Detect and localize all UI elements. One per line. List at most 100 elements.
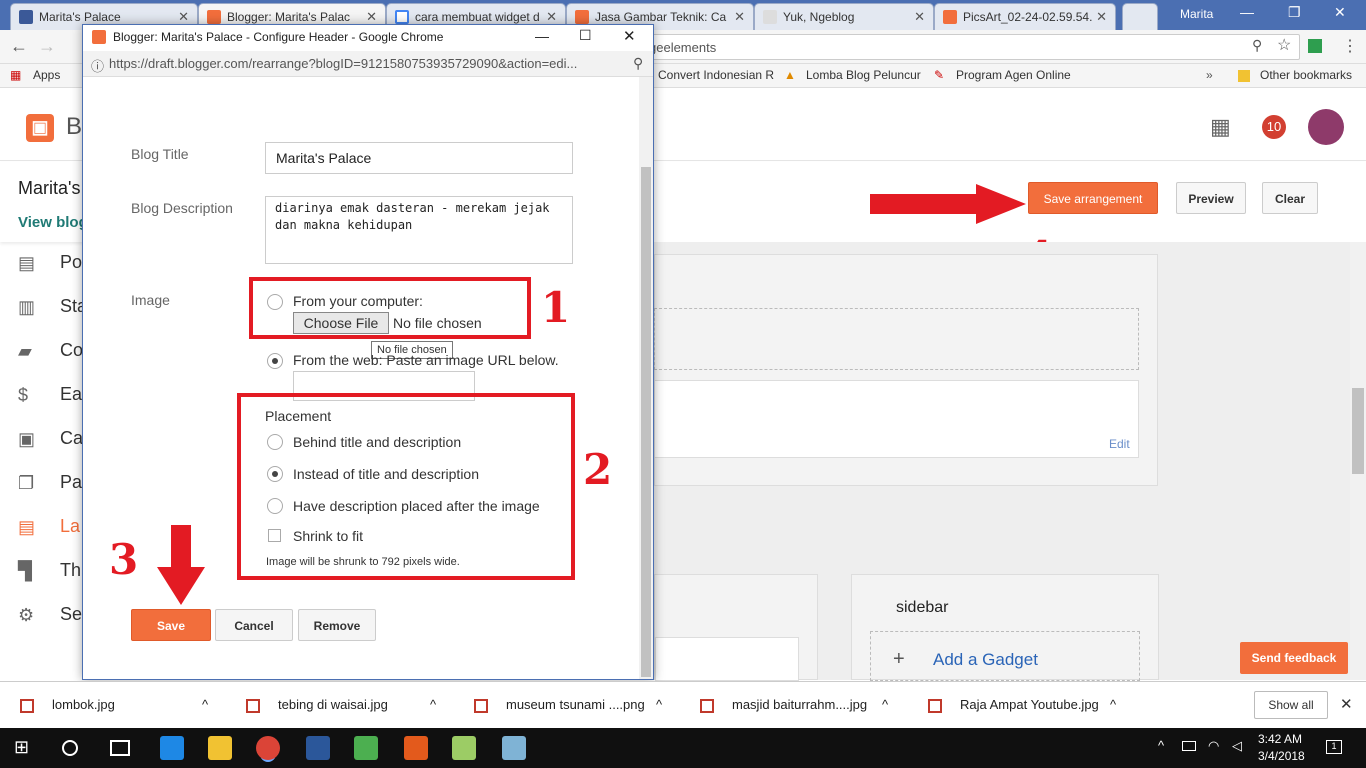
chrome-icon[interactable] <box>256 736 280 760</box>
download-item[interactable]: lombok.jpg ^ <box>20 697 208 713</box>
download-item[interactable]: masjid baiturrahm....jpg ^ <box>700 697 888 713</box>
preview-button[interactable]: Preview <box>1176 182 1246 214</box>
clock-time[interactable]: 3:42 AM <box>1258 732 1302 746</box>
tab-yuk-ngeblog[interactable]: Yuk, Ngeblog ✕ <box>754 3 934 30</box>
page-scrollbar[interactable] <box>1350 242 1366 680</box>
chevron-up-icon[interactable]: ^ <box>430 697 436 712</box>
file-explorer-icon[interactable] <box>208 736 232 760</box>
app-icon[interactable] <box>404 736 428 760</box>
bookmark-item[interactable]: Program Agen Online <box>956 68 1071 82</box>
apps-grid-icon[interactable]: ▦ <box>1210 114 1231 140</box>
wifi-icon[interactable]: ◠ <box>1208 738 1219 754</box>
apps-icon[interactable]: ▦ <box>10 68 21 82</box>
from-web-radio[interactable] <box>267 353 283 369</box>
chevron-up-icon[interactable]: ^ <box>656 697 662 712</box>
tab-picsart[interactable]: PicsArt_02-24-02.59.54. ✕ <box>934 3 1116 30</box>
sidebar-item-pages[interactable]: ❐ Pa <box>18 472 82 493</box>
close-icon[interactable]: ✕ <box>623 27 636 45</box>
chevron-up-icon[interactable]: ^ <box>1110 697 1116 712</box>
word-icon[interactable] <box>306 736 330 760</box>
avatar[interactable] <box>1308 109 1344 145</box>
task-view-icon[interactable] <box>110 740 130 756</box>
send-feedback-button[interactable]: Send feedback <box>1240 642 1348 674</box>
maximize-icon[interactable]: ☐ <box>579 27 592 44</box>
photo-editor-icon[interactable] <box>354 736 378 760</box>
overflow-chevron-icon[interactable]: » <box>1206 68 1213 82</box>
minimize-icon[interactable]: — <box>1240 4 1254 20</box>
chevron-up-icon[interactable]: ^ <box>202 697 208 712</box>
scrollbar-thumb[interactable] <box>1352 388 1364 474</box>
close-icon[interactable]: ✕ <box>1096 9 1107 25</box>
back-arrow-icon[interactable]: ← <box>10 36 28 57</box>
sidebar-item-comments[interactable]: ▰ Co <box>18 340 83 361</box>
close-icon[interactable]: ✕ <box>366 9 377 25</box>
chevron-up-icon[interactable]: ^ <box>1158 738 1164 753</box>
page-icon <box>763 10 777 24</box>
close-icon[interactable]: ✕ <box>178 9 189 25</box>
clear-button[interactable]: Clear <box>1262 182 1318 214</box>
bookmark-other[interactable]: Other bookmarks <box>1260 68 1352 82</box>
placement-instead-radio[interactable] <box>267 466 283 482</box>
scrollbar-thumb[interactable] <box>641 167 651 677</box>
new-tab-button[interactable] <box>1122 3 1158 30</box>
profile-name[interactable]: Marita <box>1180 7 1213 21</box>
edit-link[interactable]: Edit <box>1109 437 1130 451</box>
minimize-icon[interactable]: — <box>535 28 549 44</box>
blogger-logo-icon[interactable]: ▣ <box>26 114 54 142</box>
popup-address-bar[interactable]: ⓘ https://draft.blogger.com/rearrange?bl… <box>83 51 653 77</box>
edge-icon[interactable] <box>160 736 184 760</box>
close-window-icon[interactable]: ✕ <box>1334 4 1346 21</box>
zoom-icon[interactable]: ⚲ <box>633 55 643 72</box>
paint-icon[interactable] <box>452 736 476 760</box>
blog-description-textarea[interactable]: diarinya emak dasteran - merekam jejak d… <box>265 196 573 264</box>
placement-behind-radio[interactable] <box>267 434 283 450</box>
download-item[interactable]: museum tsunami ....png ^ <box>474 697 662 713</box>
extension-icon[interactable] <box>1308 39 1322 53</box>
sidebar-item-settings[interactable]: ⚙ Se <box>18 604 82 625</box>
bookmark-item[interactable]: Convert Indonesian R <box>658 68 774 82</box>
download-item[interactable]: tebing di waisai.jpg ^ <box>246 697 436 713</box>
volume-icon[interactable]: ◁ <box>1232 738 1242 754</box>
add-gadget-drop-zone[interactable] <box>654 308 1139 370</box>
remove-button[interactable]: Remove <box>298 609 376 641</box>
sidebar-item-stats[interactable]: ▥ Sta <box>18 296 87 317</box>
sidebar-item-theme[interactable]: ▜ Th <box>18 560 81 581</box>
popup-scrollbar[interactable] <box>639 77 653 679</box>
close-icon[interactable]: ✕ <box>546 9 557 25</box>
menu-icon[interactable]: ⋮ <box>1342 36 1358 56</box>
download-item[interactable]: Raja Ampat Youtube.jpg ^ <box>928 697 1116 713</box>
forward-arrow-icon[interactable]: → <box>38 36 56 57</box>
battery-icon[interactable] <box>1182 741 1196 751</box>
zoom-icon[interactable]: ⚲ <box>1252 37 1262 54</box>
main-gadget[interactable] <box>655 637 799 681</box>
shrink-checkbox[interactable] <box>268 529 281 542</box>
sidebar-item-campaigns[interactable]: ▣ Ca <box>18 428 83 449</box>
sidebar-item-posts[interactable]: ▤ Po <box>18 252 82 273</box>
notification-badge[interactable]: 10 <box>1262 115 1286 139</box>
cancel-button[interactable]: Cancel <box>215 609 293 641</box>
close-icon[interactable]: ✕ <box>734 9 745 25</box>
save-arrangement-button[interactable]: Save arrangement <box>1028 182 1158 214</box>
close-icon[interactable]: ✕ <box>914 9 925 25</box>
chevron-up-icon[interactable]: ^ <box>882 697 888 712</box>
blog-title-input[interactable]: Marita's Palace <box>265 142 573 174</box>
bookmark-apps[interactable]: Apps <box>33 68 60 82</box>
add-gadget-link[interactable]: Add a Gadget <box>933 650 1038 670</box>
sidebar-item-earnings[interactable]: $ Ea <box>18 384 82 405</box>
close-icon[interactable]: ✕ <box>1340 695 1353 713</box>
star-icon[interactable]: ☆ <box>1277 35 1291 55</box>
bookmark-item[interactable]: Lomba Blog Peluncur <box>806 68 921 82</box>
notification-center-icon[interactable]: 1 <box>1326 740 1342 754</box>
clock-date[interactable]: 3/4/2018 <box>1258 749 1305 763</box>
placement-after-radio[interactable] <box>267 498 283 514</box>
windows-start-icon[interactable]: ⊞ <box>14 737 29 758</box>
app-icon[interactable] <box>502 736 526 760</box>
add-gadget-box[interactable]: + Add a Gadget <box>870 631 1140 681</box>
sidebar-item-layout[interactable]: ▤ La <box>18 516 80 537</box>
save-button[interactable]: Save <box>131 609 211 641</box>
view-blog-link[interactable]: View blog <box>18 214 88 231</box>
maximize-icon[interactable]: ❐ <box>1288 4 1301 21</box>
show-all-button[interactable]: Show all <box>1254 691 1328 719</box>
header-gadget[interactable]: Edit <box>654 380 1139 458</box>
search-icon[interactable] <box>62 740 78 756</box>
